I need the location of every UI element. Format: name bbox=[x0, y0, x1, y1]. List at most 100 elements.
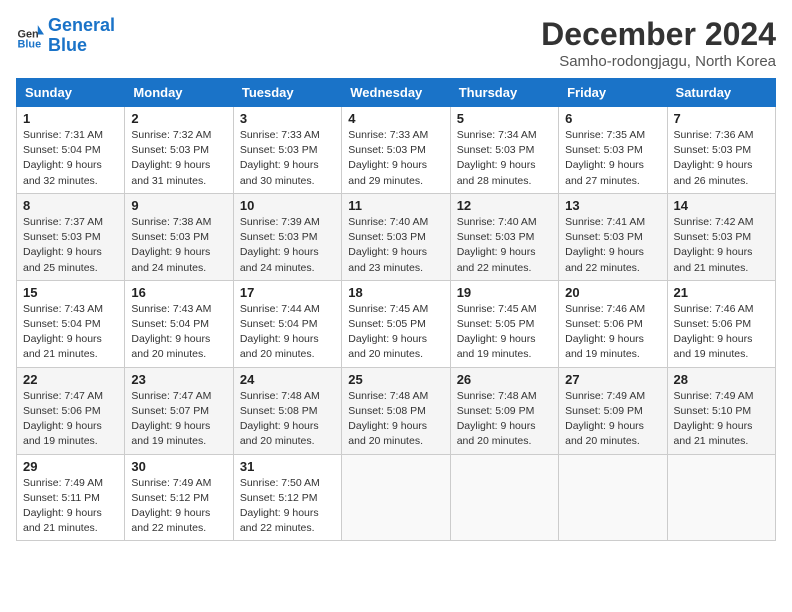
day-number: 21 bbox=[674, 285, 769, 300]
calendar-cell: 12 Sunrise: 7:40 AM Sunset: 5:03 PM Dayl… bbox=[450, 193, 558, 280]
day-info: Sunrise: 7:48 AM Sunset: 5:09 PM Dayligh… bbox=[457, 389, 552, 450]
calendar-cell: 1 Sunrise: 7:31 AM Sunset: 5:04 PM Dayli… bbox=[17, 107, 125, 194]
day-number: 12 bbox=[457, 198, 552, 213]
day-number: 16 bbox=[131, 285, 226, 300]
page-header: Gen Blue General Blue December 2024 Samh… bbox=[16, 16, 776, 70]
day-info: Sunrise: 7:37 AM Sunset: 5:03 PM Dayligh… bbox=[23, 215, 118, 276]
calendar-week-row: 15 Sunrise: 7:43 AM Sunset: 5:04 PM Dayl… bbox=[17, 280, 776, 367]
day-info: Sunrise: 7:43 AM Sunset: 5:04 PM Dayligh… bbox=[23, 302, 118, 363]
day-number: 13 bbox=[565, 198, 660, 213]
day-info: Sunrise: 7:42 AM Sunset: 5:03 PM Dayligh… bbox=[674, 215, 769, 276]
calendar-week-row: 1 Sunrise: 7:31 AM Sunset: 5:04 PM Dayli… bbox=[17, 107, 776, 194]
logo-text-general: General bbox=[48, 16, 115, 36]
calendar-table: SundayMondayTuesdayWednesdayThursdayFrid… bbox=[16, 78, 776, 541]
day-number: 14 bbox=[674, 198, 769, 213]
day-number: 1 bbox=[23, 111, 118, 126]
day-info: Sunrise: 7:36 AM Sunset: 5:03 PM Dayligh… bbox=[674, 128, 769, 189]
weekday-header-saturday: Saturday bbox=[667, 79, 775, 107]
calendar-week-row: 22 Sunrise: 7:47 AM Sunset: 5:06 PM Dayl… bbox=[17, 367, 776, 454]
day-number: 11 bbox=[348, 198, 443, 213]
day-number: 19 bbox=[457, 285, 552, 300]
day-number: 10 bbox=[240, 198, 335, 213]
calendar-cell: 16 Sunrise: 7:43 AM Sunset: 5:04 PM Dayl… bbox=[125, 280, 233, 367]
day-number: 18 bbox=[348, 285, 443, 300]
calendar-cell: 15 Sunrise: 7:43 AM Sunset: 5:04 PM Dayl… bbox=[17, 280, 125, 367]
logo-icon: Gen Blue bbox=[16, 22, 44, 50]
day-info: Sunrise: 7:41 AM Sunset: 5:03 PM Dayligh… bbox=[565, 215, 660, 276]
day-number: 15 bbox=[23, 285, 118, 300]
day-number: 25 bbox=[348, 372, 443, 387]
weekday-header-monday: Monday bbox=[125, 79, 233, 107]
day-number: 4 bbox=[348, 111, 443, 126]
calendar-cell: 27 Sunrise: 7:49 AM Sunset: 5:09 PM Dayl… bbox=[559, 367, 667, 454]
day-info: Sunrise: 7:33 AM Sunset: 5:03 PM Dayligh… bbox=[240, 128, 335, 189]
day-info: Sunrise: 7:44 AM Sunset: 5:04 PM Dayligh… bbox=[240, 302, 335, 363]
calendar-week-row: 29 Sunrise: 7:49 AM Sunset: 5:11 PM Dayl… bbox=[17, 454, 776, 541]
day-number: 23 bbox=[131, 372, 226, 387]
calendar-cell: 2 Sunrise: 7:32 AM Sunset: 5:03 PM Dayli… bbox=[125, 107, 233, 194]
calendar-cell: 7 Sunrise: 7:36 AM Sunset: 5:03 PM Dayli… bbox=[667, 107, 775, 194]
weekday-header-wednesday: Wednesday bbox=[342, 79, 450, 107]
calendar-cell: 4 Sunrise: 7:33 AM Sunset: 5:03 PM Dayli… bbox=[342, 107, 450, 194]
day-info: Sunrise: 7:40 AM Sunset: 5:03 PM Dayligh… bbox=[348, 215, 443, 276]
day-number: 28 bbox=[674, 372, 769, 387]
logo-text-blue: Blue bbox=[48, 36, 115, 56]
calendar-cell: 24 Sunrise: 7:48 AM Sunset: 5:08 PM Dayl… bbox=[233, 367, 341, 454]
day-number: 2 bbox=[131, 111, 226, 126]
weekday-header-tuesday: Tuesday bbox=[233, 79, 341, 107]
calendar-cell bbox=[450, 454, 558, 541]
calendar-cell bbox=[559, 454, 667, 541]
day-number: 17 bbox=[240, 285, 335, 300]
day-info: Sunrise: 7:50 AM Sunset: 5:12 PM Dayligh… bbox=[240, 476, 335, 537]
calendar-cell: 3 Sunrise: 7:33 AM Sunset: 5:03 PM Dayli… bbox=[233, 107, 341, 194]
day-info: Sunrise: 7:47 AM Sunset: 5:07 PM Dayligh… bbox=[131, 389, 226, 450]
day-number: 30 bbox=[131, 459, 226, 474]
day-number: 7 bbox=[674, 111, 769, 126]
day-info: Sunrise: 7:47 AM Sunset: 5:06 PM Dayligh… bbox=[23, 389, 118, 450]
calendar-cell: 14 Sunrise: 7:42 AM Sunset: 5:03 PM Dayl… bbox=[667, 193, 775, 280]
calendar-cell: 6 Sunrise: 7:35 AM Sunset: 5:03 PM Dayli… bbox=[559, 107, 667, 194]
day-info: Sunrise: 7:46 AM Sunset: 5:06 PM Dayligh… bbox=[674, 302, 769, 363]
calendar-cell: 22 Sunrise: 7:47 AM Sunset: 5:06 PM Dayl… bbox=[17, 367, 125, 454]
day-info: Sunrise: 7:46 AM Sunset: 5:06 PM Dayligh… bbox=[565, 302, 660, 363]
day-info: Sunrise: 7:45 AM Sunset: 5:05 PM Dayligh… bbox=[457, 302, 552, 363]
calendar-cell: 23 Sunrise: 7:47 AM Sunset: 5:07 PM Dayl… bbox=[125, 367, 233, 454]
calendar-cell: 30 Sunrise: 7:49 AM Sunset: 5:12 PM Dayl… bbox=[125, 454, 233, 541]
day-number: 8 bbox=[23, 198, 118, 213]
day-number: 9 bbox=[131, 198, 226, 213]
day-info: Sunrise: 7:39 AM Sunset: 5:03 PM Dayligh… bbox=[240, 215, 335, 276]
weekday-header-sunday: Sunday bbox=[17, 79, 125, 107]
day-number: 31 bbox=[240, 459, 335, 474]
calendar-cell: 20 Sunrise: 7:46 AM Sunset: 5:06 PM Dayl… bbox=[559, 280, 667, 367]
day-number: 26 bbox=[457, 372, 552, 387]
day-info: Sunrise: 7:32 AM Sunset: 5:03 PM Dayligh… bbox=[131, 128, 226, 189]
calendar-cell: 28 Sunrise: 7:49 AM Sunset: 5:10 PM Dayl… bbox=[667, 367, 775, 454]
title-section: December 2024 Samho-rodongjagu, North Ko… bbox=[541, 16, 776, 70]
svg-text:Blue: Blue bbox=[18, 38, 42, 49]
day-number: 5 bbox=[457, 111, 552, 126]
day-info: Sunrise: 7:40 AM Sunset: 5:03 PM Dayligh… bbox=[457, 215, 552, 276]
day-number: 6 bbox=[565, 111, 660, 126]
calendar-cell: 31 Sunrise: 7:50 AM Sunset: 5:12 PM Dayl… bbox=[233, 454, 341, 541]
calendar-cell: 18 Sunrise: 7:45 AM Sunset: 5:05 PM Dayl… bbox=[342, 280, 450, 367]
day-info: Sunrise: 7:48 AM Sunset: 5:08 PM Dayligh… bbox=[348, 389, 443, 450]
day-number: 22 bbox=[23, 372, 118, 387]
month-title: December 2024 bbox=[541, 16, 776, 53]
calendar-cell: 17 Sunrise: 7:44 AM Sunset: 5:04 PM Dayl… bbox=[233, 280, 341, 367]
day-info: Sunrise: 7:49 AM Sunset: 5:12 PM Dayligh… bbox=[131, 476, 226, 537]
weekday-header-thursday: Thursday bbox=[450, 79, 558, 107]
day-number: 29 bbox=[23, 459, 118, 474]
calendar-week-row: 8 Sunrise: 7:37 AM Sunset: 5:03 PM Dayli… bbox=[17, 193, 776, 280]
calendar-cell: 8 Sunrise: 7:37 AM Sunset: 5:03 PM Dayli… bbox=[17, 193, 125, 280]
day-number: 20 bbox=[565, 285, 660, 300]
calendar-cell: 25 Sunrise: 7:48 AM Sunset: 5:08 PM Dayl… bbox=[342, 367, 450, 454]
day-info: Sunrise: 7:38 AM Sunset: 5:03 PM Dayligh… bbox=[131, 215, 226, 276]
day-number: 3 bbox=[240, 111, 335, 126]
day-info: Sunrise: 7:49 AM Sunset: 5:10 PM Dayligh… bbox=[674, 389, 769, 450]
day-info: Sunrise: 7:43 AM Sunset: 5:04 PM Dayligh… bbox=[131, 302, 226, 363]
weekday-header-row: SundayMondayTuesdayWednesdayThursdayFrid… bbox=[17, 79, 776, 107]
calendar-cell: 9 Sunrise: 7:38 AM Sunset: 5:03 PM Dayli… bbox=[125, 193, 233, 280]
day-info: Sunrise: 7:49 AM Sunset: 5:09 PM Dayligh… bbox=[565, 389, 660, 450]
calendar-cell bbox=[342, 454, 450, 541]
day-number: 24 bbox=[240, 372, 335, 387]
